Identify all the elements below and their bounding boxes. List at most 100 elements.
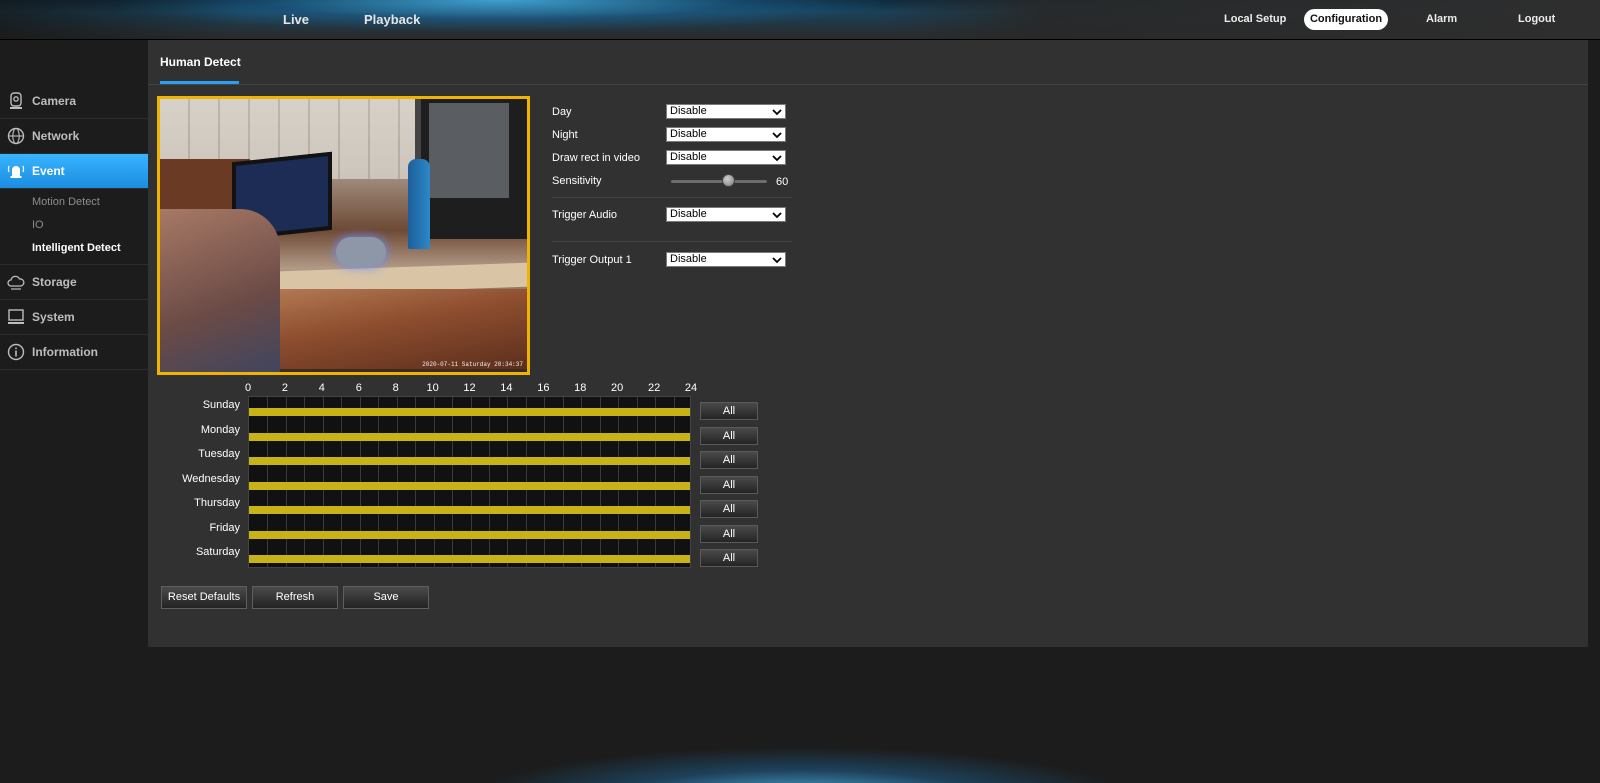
nav-playback[interactable]: Playback: [364, 12, 420, 27]
schedule-row: Thursday All: [148, 497, 768, 522]
sidebar-item-label: System: [32, 310, 75, 324]
footer-glow: [480, 748, 1120, 783]
day-label: Saturday: [195, 546, 240, 558]
submenu-intelligent-detect[interactable]: Intelligent Detect: [0, 237, 148, 260]
top-nav-bar: Live Playback Local Setup Configuration …: [0, 0, 1600, 40]
submenu-motion-detect[interactable]: Motion Detect: [0, 191, 148, 214]
schedule-bar[interactable]: [249, 506, 690, 514]
sensitivity-slider-track[interactable]: [671, 180, 767, 183]
draw-rect-label: Draw rect in video: [552, 152, 641, 164]
video-timestamp: 2020-07-11 Saturday 20:34:37: [422, 361, 523, 368]
select-all-day-button[interactable]: All: [700, 451, 758, 469]
chevron-down-icon: [772, 155, 782, 162]
trigger-output-label: Trigger Output 1: [552, 254, 632, 266]
sidebar-item-system[interactable]: System: [0, 300, 148, 335]
cloud-icon: [7, 275, 25, 290]
trigger-audio-label: Trigger Audio: [552, 209, 618, 221]
reset-defaults-button[interactable]: Reset Defaults: [161, 586, 247, 609]
sidebar-item-network[interactable]: Network: [0, 119, 148, 154]
schedule-row: Wednesday All: [148, 473, 768, 498]
day-label: Thursday: [194, 497, 240, 509]
schedule-row: Sunday All: [148, 399, 768, 424]
select-all-day-button[interactable]: All: [700, 500, 758, 518]
trigger-output-select[interactable]: Disable: [666, 252, 786, 267]
sensitivity-slider-handle[interactable]: [722, 174, 736, 187]
draw-rect-select[interactable]: Disable: [666, 150, 786, 165]
chevron-down-icon: [772, 257, 782, 264]
hour-label: 4: [318, 382, 325, 394]
select-all-day-button[interactable]: All: [700, 475, 758, 494]
day-label: Wednesday: [182, 472, 240, 485]
schedule-bar[interactable]: [249, 530, 690, 539]
hour-label: 10: [426, 382, 439, 394]
schedule-bar[interactable]: [249, 555, 690, 563]
chevron-down-icon: [772, 212, 782, 219]
live-video-preview[interactable]: 2020-07-11 Saturday 20:34:37: [157, 96, 530, 375]
sidebar-item-event[interactable]: Event: [0, 154, 155, 189]
info-icon: [7, 343, 25, 361]
hour-label: 20: [611, 382, 624, 394]
submenu-io[interactable]: IO: [0, 214, 148, 237]
sidebar-item-information[interactable]: Information: [0, 335, 148, 370]
night-label: Night: [552, 129, 578, 141]
nav-live[interactable]: Live: [283, 12, 309, 27]
schedule-bar[interactable]: [249, 481, 690, 490]
select-all-day-button[interactable]: All: [700, 426, 758, 445]
nav-local-setup[interactable]: Local Setup: [1224, 13, 1286, 25]
hour-label: 0: [244, 382, 252, 394]
hour-label: 18: [574, 382, 587, 394]
hour-label: 22: [647, 382, 661, 394]
active-tab-indicator: [160, 81, 239, 84]
nav-logout[interactable]: Logout: [1518, 13, 1555, 25]
sidebar-item-label: Information: [32, 345, 98, 359]
sensitivity-value: 60: [776, 176, 789, 188]
sidebar-item-label: Event: [32, 164, 65, 178]
day-label: Day: [552, 106, 572, 118]
alarm-bell-icon: [7, 165, 25, 178]
sidebar-item-storage[interactable]: Storage: [0, 265, 148, 300]
day-label: Tuesday: [198, 448, 240, 460]
nav-alarm[interactable]: Alarm: [1426, 13, 1457, 25]
hour-label: 6: [355, 382, 362, 394]
monitor-icon: [8, 309, 24, 324]
hour-label: 12: [463, 382, 476, 394]
sidebar-item-label: Network: [32, 129, 80, 143]
sensitivity-label: Sensitivity: [552, 175, 602, 187]
schedule-row: Tuesday All: [148, 448, 768, 473]
sidebar-item-label: Storage: [32, 275, 77, 289]
trigger-audio-select[interactable]: Disable: [666, 207, 786, 222]
hour-label: 24: [684, 382, 698, 394]
day-label: Monday: [200, 423, 240, 436]
sidebar-item-camera[interactable]: Camera: [0, 84, 148, 119]
camera-icon: [10, 92, 22, 109]
tab-bar: Human Detect: [148, 40, 1588, 85]
sidebar: Camera Network Event Motion Detect IO In…: [0, 84, 155, 370]
night-select[interactable]: Disable: [666, 127, 786, 142]
globe-icon: [7, 127, 25, 145]
select-all-day-button[interactable]: All: [700, 402, 758, 420]
schedule-bar[interactable]: [249, 432, 690, 441]
hour-label: 8: [392, 382, 399, 394]
schedule-bar[interactable]: [249, 457, 690, 465]
arming-schedule: 0 2 4 6 8 10 12 14 16 18 20 22 24 Sunday All Monday All…: [148, 376, 768, 576]
chevron-down-icon: [772, 109, 782, 116]
select-all-day-button[interactable]: All: [700, 549, 758, 567]
hour-label: 2: [281, 382, 288, 394]
day-label: Friday: [209, 521, 240, 534]
day-select[interactable]: Disable: [666, 104, 786, 119]
refresh-button[interactable]: Refresh: [252, 586, 338, 609]
hour-label: 14: [500, 382, 513, 394]
event-submenu: Motion Detect IO Intelligent Detect: [0, 189, 148, 265]
tab-human-detect[interactable]: Human Detect: [160, 55, 241, 69]
schedule-row: Saturday All: [148, 546, 768, 571]
schedule-row: Monday All: [148, 424, 768, 449]
save-button[interactable]: Save: [343, 586, 429, 609]
schedule-row: Friday All: [148, 522, 768, 547]
nav-configuration[interactable]: Configuration: [1304, 9, 1388, 30]
select-all-day-button[interactable]: All: [700, 524, 758, 543]
main-panel: Human Detect 2020-07-11 Saturday 20:34:3…: [148, 40, 1588, 647]
sidebar-item-label: Camera: [32, 94, 77, 108]
day-label: Sunday: [202, 399, 240, 411]
schedule-bar[interactable]: [249, 408, 690, 416]
hour-label: 16: [537, 382, 550, 394]
